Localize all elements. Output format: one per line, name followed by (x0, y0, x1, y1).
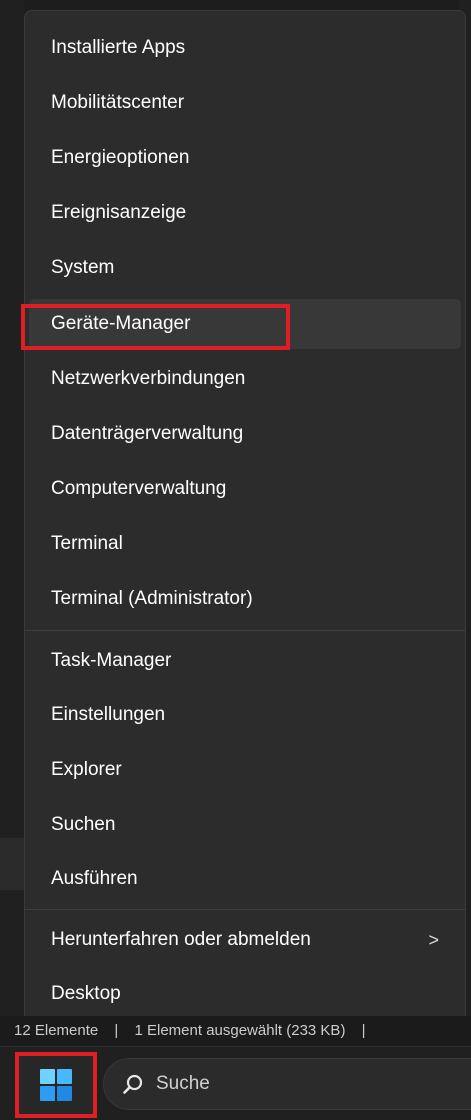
menu-item-explorer[interactable]: Explorer (29, 745, 461, 795)
screen: Installierte Apps Mobilitätscenter Energ… (0, 0, 471, 1120)
menu-item-run[interactable]: Ausführen (29, 854, 461, 904)
chevron-right-icon: > (428, 930, 439, 950)
menu-item-event-viewer[interactable]: Ereignisanzeige (29, 188, 461, 238)
search-label: Suche (156, 1073, 210, 1094)
menu-item-settings[interactable]: Einstellungen (29, 690, 461, 740)
menu-item-desktop[interactable]: Desktop (29, 969, 461, 1019)
menu-separator (25, 630, 465, 631)
start-button[interactable] (15, 1052, 97, 1118)
menu-separator (25, 909, 465, 910)
menu-item-device-manager[interactable]: Geräte-Manager (29, 299, 461, 349)
menu-item-power-options[interactable]: Energieoptionen (29, 133, 461, 183)
taskbar-search-box[interactable]: Suche (103, 1058, 471, 1110)
menu-item-network-connections[interactable]: Netzwerkverbindungen (29, 354, 461, 404)
quick-link-menu: Installierte Apps Mobilitätscenter Energ… (24, 10, 466, 1032)
menu-item-mobility-center[interactable]: Mobilitätscenter (29, 78, 461, 128)
menu-item-terminal-admin[interactable]: Terminal (Administrator) (29, 574, 461, 624)
statusbar-divider: | (361, 1022, 366, 1039)
menu-item-search[interactable]: Suchen (29, 800, 461, 850)
explorer-statusbar: 12 Elemente | 1 Element ausgewählt (233 … (0, 1016, 471, 1046)
selection-info-text: 1 Element ausgewählt (233 KB) (134, 1022, 346, 1039)
windows-logo-icon (40, 1069, 72, 1101)
background-window-selection (0, 838, 26, 890)
menu-item-label: Herunterfahren oder abmelden (51, 929, 311, 950)
menu-item-terminal[interactable]: Terminal (29, 519, 461, 569)
menu-item-task-manager[interactable]: Task-Manager (29, 636, 461, 686)
item-count-text: 12 Elemente (14, 1022, 99, 1039)
menu-item-shutdown-signout[interactable]: Herunterfahren oder abmelden > (29, 915, 461, 965)
statusbar-divider: | (114, 1022, 119, 1039)
menu-item-computer-management[interactable]: Computerverwaltung (29, 464, 461, 514)
menu-item-disk-management[interactable]: Datenträgerverwaltung (29, 409, 461, 459)
menu-item-system[interactable]: System (29, 243, 461, 293)
search-icon (123, 1074, 143, 1094)
menu-item-installed-apps[interactable]: Installierte Apps (29, 23, 461, 73)
